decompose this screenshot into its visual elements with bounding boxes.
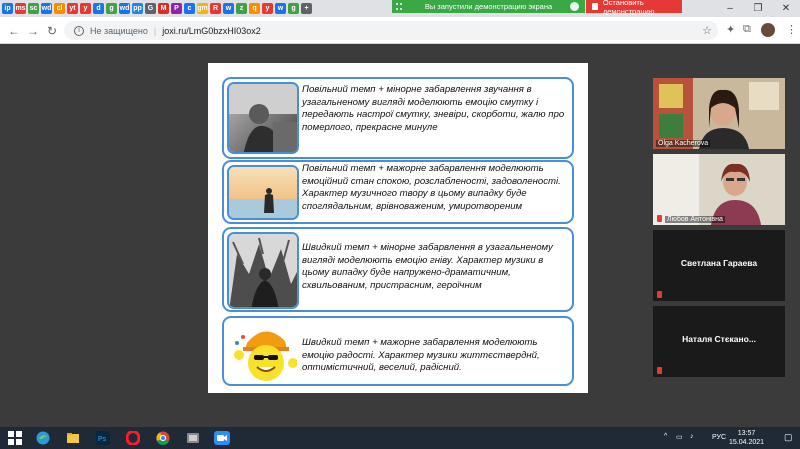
forward-icon[interactable]: →	[25, 23, 41, 39]
shared-slide: Повільний темп + мінорне забарвлення зву…	[208, 63, 588, 393]
extension-icon[interactable]: ✦	[726, 23, 735, 36]
opera-icon[interactable]	[126, 431, 140, 445]
stop-share-label: Остановить демонстрацию	[602, 0, 655, 16]
participant-video	[653, 154, 785, 225]
happy-sun-cartoon	[227, 321, 299, 383]
participant-tile[interactable]: Наталя Стєкано...	[653, 306, 785, 377]
photoshop-icon[interactable]: Ps	[96, 431, 110, 445]
chrome-icon[interactable]	[156, 431, 170, 445]
tab-favicon-icon[interactable]: wd	[119, 3, 130, 14]
participant-video	[653, 78, 785, 149]
tab-favicon-icon[interactable]: ms	[15, 3, 26, 14]
tab-favicon-icon[interactable]: q	[249, 3, 260, 14]
maximize-button[interactable]: ❐	[744, 0, 772, 17]
emotion-card-anger: Швидкий темп + мінорне забарвлення в уза…	[222, 227, 574, 312]
tab-favicon-icon[interactable]: cl	[54, 3, 65, 14]
share-banner-text: Вы запустили демонстрацию экрана	[424, 2, 553, 11]
participant-panel: Olga Kacherova Любов Антонівна Светлана …	[653, 78, 785, 378]
tab-favicon-icon[interactable]: G	[145, 3, 156, 14]
system-clock[interactable]: 13:57 15.04.2021	[729, 429, 764, 447]
emotion-card-sadness: Повільний темп + мінорне забарвлення зву…	[222, 77, 574, 159]
windows-start-icon[interactable]	[8, 431, 22, 445]
tab-favicon-icon[interactable]: sc	[28, 3, 39, 14]
participant-name: Любов Антонівна	[665, 216, 725, 223]
sad-person-photo	[227, 82, 299, 154]
dramatic-engraving	[227, 232, 299, 309]
participant-name: Olga Kacherova	[656, 140, 711, 147]
tab-favicon-icon[interactable]: y	[262, 3, 273, 14]
participant-name: Светлана Гараева	[680, 258, 758, 268]
tab-favicon-icon[interactable]: g	[106, 3, 117, 14]
media-player-icon[interactable]	[186, 431, 200, 445]
emotion-card-joy: Швидкий темп + мажорне забарвлення модел…	[222, 316, 574, 386]
info-icon[interactable]: i	[74, 25, 84, 36]
taskbar: Ps ^ ▭ ♪ РУС 13:57 15.04.2021 ▢	[0, 427, 800, 449]
card-text: Швидкий темп + мажорне забарвлення модел…	[302, 337, 540, 374]
security-label: Не защищено	[90, 25, 148, 36]
tab-favicon-icon[interactable]: w	[275, 3, 286, 14]
reload-icon[interactable]: ↻	[44, 23, 60, 39]
participant-tile[interactable]: Olga Kacherova	[653, 78, 785, 149]
participant-tile[interactable]: Любов Антонівна	[653, 154, 785, 225]
stop-share-button[interactable]: Остановить демонстрацию	[586, 0, 682, 16]
input-language[interactable]: РУС	[712, 434, 726, 441]
file-explorer-icon[interactable]	[66, 431, 80, 445]
bookmark-star-icon[interactable]: ☆	[702, 24, 712, 37]
close-window-button[interactable]: ✕	[772, 0, 800, 17]
edge-icon[interactable]	[36, 431, 50, 445]
card-text: Швидкий темп + мінорне забарвлення в уза…	[302, 242, 553, 291]
tab-favicon-icon[interactable]: z	[236, 3, 247, 14]
tab-favicon-icon[interactable]: wd	[41, 3, 52, 14]
clock-date: 15.04.2021	[729, 439, 765, 446]
tab-favicon-icon[interactable]: R	[210, 3, 221, 14]
tab-favicon-icon[interactable]: w	[223, 3, 234, 14]
tab-favicon-icon[interactable]: yt	[67, 3, 78, 14]
back-icon[interactable]: ←	[6, 23, 22, 39]
volume-icon[interactable]: ♪	[690, 433, 694, 440]
separator: |	[153, 25, 157, 36]
card-text: Повільний темп + мажорне забарвлення мод…	[302, 163, 561, 212]
tab-favicon-icon[interactable]: pp	[132, 3, 143, 14]
network-icon[interactable]: ▭	[676, 433, 683, 441]
profile-avatar[interactable]	[761, 23, 775, 37]
stop-icon	[592, 3, 598, 10]
menu-kebab-icon[interactable]: ⋮	[786, 23, 797, 36]
tab-favicon-icon[interactable]: c	[184, 3, 195, 14]
tab-favicon-icon[interactable]: y	[80, 3, 91, 14]
mic-muted-icon	[657, 367, 662, 374]
share-banner[interactable]: Вы запустили демонстрацию экрана	[392, 0, 585, 13]
notifications-icon[interactable]: ▢	[784, 432, 793, 443]
mic-muted-icon	[657, 215, 662, 222]
url-text[interactable]: joxi.ru/LmG0bzxHI03ox2	[162, 26, 261, 36]
drag-handle-icon[interactable]	[396, 3, 402, 10]
tab-favicon-icon[interactable]: ip	[2, 3, 13, 14]
extensions-puzzle-icon[interactable]: ⧉	[743, 23, 751, 36]
calm-seaside-photo	[227, 165, 299, 220]
pause-icon[interactable]	[570, 2, 579, 11]
tab-favicon-icon[interactable]: +	[301, 3, 312, 14]
svg-text:Ps: Ps	[98, 436, 107, 443]
card-text: Повільний темп + мінорне забарвлення зву…	[302, 84, 565, 133]
participant-tile[interactable]: Светлана Гараева	[653, 230, 785, 301]
tab-favicon-icon[interactable]: P	[171, 3, 182, 14]
address-bar: ← → ↻ i Не защищено | joxi.ru/LmG0bzxHI0…	[0, 17, 800, 44]
participant-name: Наталя Стєкано...	[682, 334, 756, 344]
tray-chevron-icon[interactable]: ^	[664, 433, 667, 440]
tab-favicon-icon[interactable]: M	[158, 3, 169, 14]
tab-favicon-icon[interactable]: d	[93, 3, 104, 14]
zoom-icon[interactable]	[214, 431, 230, 445]
mic-muted-icon	[657, 291, 662, 298]
clock-time: 13:57	[737, 430, 756, 437]
tab-favicon-icon[interactable]: g	[288, 3, 299, 14]
minimize-button[interactable]: –	[716, 0, 744, 17]
emotion-card-calm: Повільний темп + мажорне забарвлення мод…	[222, 160, 574, 224]
tab-favicon-icon[interactable]: gm	[197, 3, 208, 14]
omnibox[interactable]: i Не защищено | joxi.ru/LmG0bzxHI03ox2 ☆	[64, 21, 718, 40]
